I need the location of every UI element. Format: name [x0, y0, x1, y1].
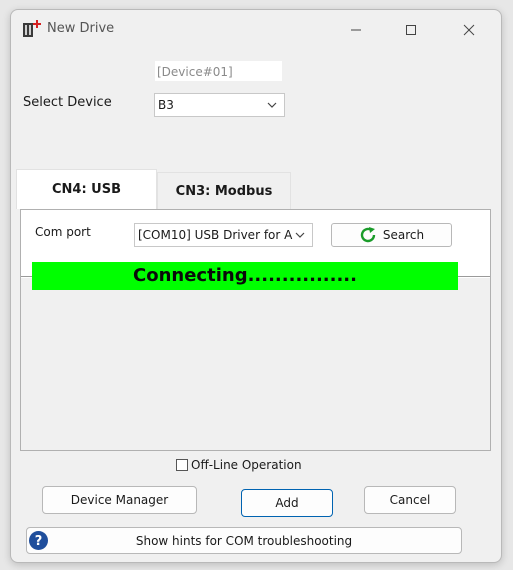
close-icon [463, 24, 475, 36]
title-bar: New Drive [11, 10, 501, 50]
chevron-down-icon [294, 229, 306, 241]
window-title: New Drive [47, 21, 115, 36]
new-drive-window: New Drive [Device#01] Select Device B3 C… [10, 9, 502, 563]
select-device-label: Select Device [23, 95, 112, 110]
refresh-icon [360, 227, 376, 243]
search-button-label: Search [382, 228, 425, 242]
usb-tab-panel: Com port [COM10] USB Driver for A Search… [20, 209, 491, 451]
chevron-down-icon [267, 102, 277, 108]
tab-cn4-usb[interactable]: CN4: USB [16, 169, 157, 209]
com-troubleshooting-hints-button[interactable]: ? Show hints for COM troubleshooting [26, 527, 462, 554]
offline-operation-checkbox[interactable] [176, 459, 188, 471]
com-port-dropdown[interactable]: [COM10] USB Driver for A [134, 223, 313, 247]
minimize-button[interactable] [334, 16, 378, 44]
com-port-value: [COM10] USB Driver for A [138, 228, 293, 242]
close-button[interactable] [447, 16, 491, 44]
offline-operation-label: Off-Line Operation [191, 458, 302, 472]
add-button[interactable]: Add [241, 489, 333, 517]
select-device-value: B3 [158, 98, 174, 112]
device-manager-button[interactable]: Device Manager [42, 486, 197, 514]
select-device-dropdown[interactable]: B3 [154, 93, 285, 117]
device-id-field[interactable]: [Device#01] [154, 60, 283, 82]
offline-operation-option[interactable]: Off-Line Operation [176, 458, 302, 472]
connection-status-bar: Connecting................ [32, 262, 458, 290]
maximize-icon [406, 25, 416, 35]
search-button[interactable]: Search [331, 223, 452, 247]
hints-button-label: Show hints for COM troubleshooting [135, 534, 353, 548]
drive-plus-icon [22, 20, 42, 38]
maximize-button[interactable] [389, 16, 433, 44]
com-port-label: Com port [35, 225, 91, 239]
tab-cn3-modbus[interactable]: CN3: Modbus [157, 172, 291, 209]
cancel-button[interactable]: Cancel [364, 486, 456, 514]
minimize-icon [351, 29, 361, 31]
